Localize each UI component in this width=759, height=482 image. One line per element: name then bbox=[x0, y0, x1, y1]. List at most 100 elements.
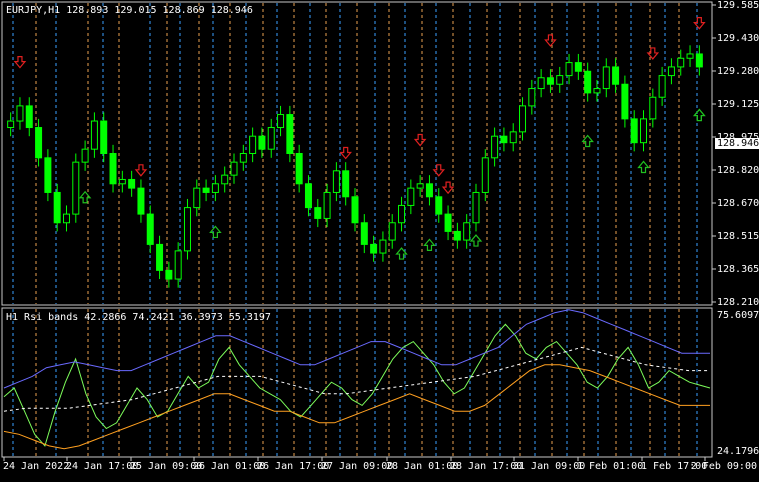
candle-body bbox=[612, 66, 620, 85]
time-tick-label: 24 Jan 17:00 bbox=[66, 461, 139, 472]
time-tick-label: 28 Jan 01:00 bbox=[386, 461, 459, 472]
candle-body bbox=[379, 239, 387, 254]
candle-body bbox=[332, 170, 340, 193]
candle-body bbox=[537, 77, 545, 90]
time-tick-label: 31 Jan 09:00 bbox=[513, 461, 586, 472]
candle-body bbox=[100, 120, 108, 154]
candle-body bbox=[584, 70, 592, 94]
chart-canvas[interactable] bbox=[0, 0, 759, 478]
indicator-title: H1 Rsi bands 42.2866 74.2421 36.3973 55.… bbox=[6, 312, 271, 323]
candle-body bbox=[239, 153, 247, 163]
sell-arrow-icon bbox=[413, 133, 427, 147]
candle-body bbox=[174, 250, 182, 280]
time-tick-label: 2 Feb 09:00 bbox=[690, 461, 757, 472]
buy-arrow-icon bbox=[423, 238, 436, 251]
buy-arrow-icon bbox=[693, 108, 706, 122]
rsi-line bbox=[3, 323, 711, 447]
candle-body bbox=[146, 213, 154, 245]
price-tick-label: 128.515 bbox=[717, 231, 759, 242]
candle-body bbox=[528, 88, 536, 107]
indicator-tick-label: 75.6097 bbox=[717, 310, 759, 321]
sell-arrow-icon bbox=[339, 146, 352, 160]
candle-body bbox=[342, 170, 350, 198]
time-tick-label: 27 Jan 09:00 bbox=[321, 461, 394, 472]
time-tick-label: 28 Jan 17:00 bbox=[450, 461, 523, 472]
candle-body bbox=[25, 105, 33, 129]
candle-body bbox=[156, 243, 164, 271]
sell-arrow-icon bbox=[13, 56, 27, 69]
price-tick-label: 128.670 bbox=[717, 198, 759, 209]
candle-body bbox=[472, 191, 480, 224]
candle-body bbox=[128, 178, 136, 189]
buy-arrow-icon bbox=[78, 190, 92, 204]
candle-body bbox=[295, 153, 303, 185]
candle-body bbox=[398, 204, 406, 224]
candle-body bbox=[183, 207, 191, 252]
candle-body bbox=[277, 114, 285, 129]
candle-body bbox=[267, 127, 275, 150]
candle-body bbox=[81, 148, 89, 163]
candle-body bbox=[202, 187, 210, 193]
candle-body bbox=[640, 118, 648, 144]
trading-chart-window[interactable]: EURJPY,H1 128.893 129.015 128.869 128.94… bbox=[0, 0, 759, 478]
current-price-marker: 128.946 bbox=[715, 138, 759, 149]
candle-body bbox=[165, 269, 173, 280]
buy-arrow-icon bbox=[209, 225, 222, 239]
sell-arrow-icon bbox=[134, 164, 148, 177]
candle-body bbox=[686, 53, 694, 59]
sell-arrow-icon bbox=[646, 47, 660, 60]
time-tick-label: 25 Jan 09:00 bbox=[130, 461, 203, 472]
candle-body bbox=[407, 187, 415, 206]
candle-body bbox=[62, 213, 70, 224]
candle-body bbox=[286, 114, 294, 154]
buy-arrow-icon bbox=[637, 160, 650, 174]
candle-body bbox=[360, 222, 368, 245]
sell-arrow-icon bbox=[432, 164, 446, 177]
rsi-bands-indicator bbox=[3, 309, 711, 450]
candle-body bbox=[435, 196, 443, 215]
price-tick-label: 129.585 bbox=[717, 0, 759, 11]
candle-body bbox=[211, 183, 219, 193]
price-tick-label: 128.365 bbox=[717, 264, 759, 275]
candle-body bbox=[565, 62, 573, 77]
indicator-tick-label: 24.1796 bbox=[717, 446, 759, 457]
candle-body bbox=[35, 127, 43, 159]
signal-arrows bbox=[13, 17, 706, 260]
candle-body bbox=[425, 183, 433, 198]
price-tick-label: 129.280 bbox=[717, 66, 759, 77]
candle-body bbox=[574, 62, 582, 72]
candle-body bbox=[230, 161, 238, 176]
candle-body bbox=[621, 83, 629, 120]
candle-body bbox=[388, 222, 396, 241]
buy-arrow-icon bbox=[469, 234, 483, 247]
candle-body bbox=[53, 191, 61, 224]
candle-body bbox=[314, 207, 322, 219]
candle-body bbox=[370, 243, 378, 254]
main-chart-title: EURJPY,H1 128.893 129.015 128.869 128.94… bbox=[6, 5, 253, 16]
candle-body bbox=[304, 183, 312, 209]
sell-arrow-icon bbox=[693, 17, 706, 30]
time-tick-label: 26 Jan 01:00 bbox=[193, 461, 266, 472]
candle-body bbox=[258, 135, 266, 150]
candle-body bbox=[351, 196, 359, 224]
candle-body bbox=[463, 222, 471, 241]
candle-body bbox=[695, 53, 703, 68]
candle-body bbox=[221, 174, 229, 185]
candle-body bbox=[649, 96, 657, 120]
price-tick-label: 128.210 bbox=[717, 297, 759, 308]
time-tick-label: 1 Feb 01:00 bbox=[577, 461, 644, 472]
candle-body bbox=[416, 183, 424, 189]
candle-body bbox=[500, 135, 508, 144]
candle-body bbox=[491, 135, 499, 159]
candle-body bbox=[481, 157, 489, 193]
candle-body bbox=[667, 66, 675, 77]
candle-body bbox=[519, 105, 527, 133]
candle-body bbox=[16, 105, 24, 122]
price-tick-label: 128.820 bbox=[717, 165, 759, 176]
sell-arrow-icon bbox=[441, 181, 455, 195]
candle-body bbox=[658, 75, 666, 98]
candle-body bbox=[118, 178, 126, 185]
time-tick-label: 26 Jan 17:00 bbox=[257, 461, 330, 472]
candle-body bbox=[72, 161, 80, 215]
candle-body bbox=[193, 187, 201, 209]
